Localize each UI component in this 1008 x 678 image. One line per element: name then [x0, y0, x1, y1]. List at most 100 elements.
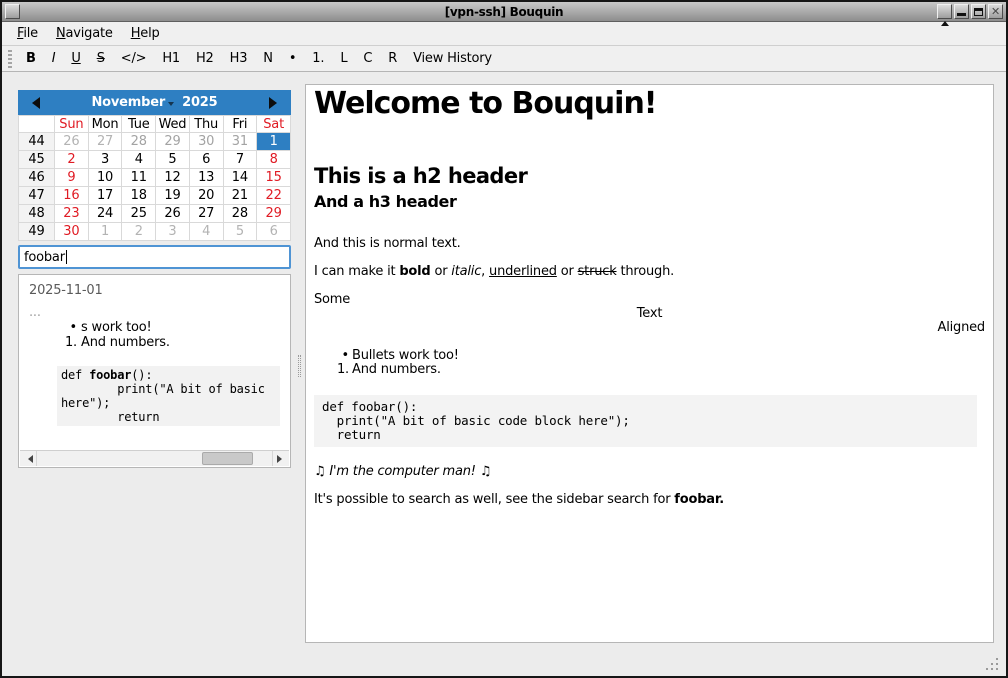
- calendar-day[interactable]: 14: [223, 169, 257, 187]
- search-results-panel[interactable]: 2025-11-01 ... • s work too! 1. And numb…: [18, 274, 291, 468]
- editor-panel[interactable]: Welcome to Bouquin! This is a h2 header …: [305, 84, 994, 643]
- calendar-day[interactable]: 26: [55, 133, 89, 151]
- menu-file[interactable]: File: [8, 23, 47, 44]
- calendar-day[interactable]: 2: [55, 151, 89, 169]
- calendar-day[interactable]: 15: [257, 169, 291, 187]
- calendar-day[interactable]: 28: [223, 205, 257, 223]
- calendar-day[interactable]: 30: [189, 133, 223, 151]
- day-header-fri: Fri: [223, 116, 257, 133]
- scroll-right-icon: [277, 455, 286, 463]
- align-right-line: Aligned: [314, 321, 985, 335]
- calendar-day[interactable]: 28: [122, 133, 156, 151]
- year-selector[interactable]: 2025: [182, 95, 217, 110]
- calendar-day[interactable]: 22: [257, 187, 291, 205]
- title-bar[interactable]: [vpn-ssh] Bouquin ✕: [2, 2, 1006, 22]
- result-numbered-item: 1. And numbers.: [29, 335, 280, 350]
- scroll-right-button[interactable]: [273, 451, 289, 466]
- scrollbar-track[interactable]: [36, 451, 273, 466]
- doc-code-block: def foobar(): print("A bit of basic code…: [314, 395, 977, 447]
- toolbar-h3[interactable]: H3: [222, 48, 256, 69]
- scroll-left-button[interactable]: [20, 451, 36, 466]
- calendar-day[interactable]: 8: [257, 151, 291, 169]
- toolbar-s[interactable]: S: [89, 48, 113, 69]
- calendar-day[interactable]: 10: [88, 169, 122, 187]
- format-toolbar: BIUS</>H1H2H3N•1.LCRView History: [2, 46, 1006, 72]
- calendar-day[interactable]: 9: [55, 169, 89, 187]
- calendar-day[interactable]: 13: [189, 169, 223, 187]
- calendar-day[interactable]: 16: [55, 187, 89, 205]
- toolbar-[interactable]: •: [281, 48, 304, 69]
- music-note-icon: ♫: [480, 464, 491, 479]
- doc-h2: This is a h2 header: [314, 165, 985, 188]
- calendar-day[interactable]: 25: [122, 205, 156, 223]
- week-col-header: [19, 116, 55, 133]
- menu-help[interactable]: Help: [122, 23, 169, 44]
- calendar-day[interactable]: 7: [223, 151, 257, 169]
- calendar-day[interactable]: 12: [156, 169, 190, 187]
- toolbar-i[interactable]: I: [44, 48, 64, 69]
- toolbar-h1[interactable]: H1: [154, 48, 188, 69]
- search-value: foobar: [24, 250, 65, 265]
- calendar-day[interactable]: 30: [55, 223, 89, 241]
- result-code-snippet: def foobar(): print("A bit of basic here…: [57, 366, 280, 426]
- calendar-day[interactable]: 3: [88, 151, 122, 169]
- toolbar-[interactable]: </>: [113, 48, 155, 69]
- calendar-day[interactable]: 4: [122, 151, 156, 169]
- calendar-day[interactable]: 27: [189, 205, 223, 223]
- next-month-icon[interactable]: [269, 97, 283, 109]
- calendar-day[interactable]: 24: [88, 205, 122, 223]
- scrollbar-thumb[interactable]: [202, 452, 254, 465]
- toolbar-b[interactable]: B: [18, 48, 44, 69]
- day-header-thu: Thu: [189, 116, 223, 133]
- calendar-day[interactable]: 29: [156, 133, 190, 151]
- calendar-day[interactable]: 6: [189, 151, 223, 169]
- menu-navigate[interactable]: Navigate: [47, 23, 122, 44]
- week-number: 49: [19, 223, 55, 241]
- prev-month-icon[interactable]: [26, 97, 40, 109]
- week-number: 45: [19, 151, 55, 169]
- calendar-day[interactable]: 23: [55, 205, 89, 223]
- resize-grip[interactable]: [984, 656, 998, 670]
- calendar-day[interactable]: 18: [122, 187, 156, 205]
- search-input[interactable]: foobar: [18, 245, 291, 269]
- toolbar-grip[interactable]: [8, 50, 12, 68]
- calendar-day-selected[interactable]: 1: [257, 133, 291, 151]
- doc-h3: And a h3 header: [314, 193, 985, 211]
- toolbar-u[interactable]: U: [63, 48, 88, 69]
- calendar-day[interactable]: 20: [189, 187, 223, 205]
- number-marker: 1.: [314, 363, 352, 377]
- toolbar-l[interactable]: L: [332, 48, 355, 69]
- calendar-day[interactable]: 5: [156, 151, 190, 169]
- doc-list: • Bullets work too! 1. And numbers.: [314, 349, 985, 377]
- music-note-icon: ♫: [314, 464, 325, 479]
- bullet-marker: •: [29, 320, 81, 335]
- calendar-day[interactable]: 2: [122, 223, 156, 241]
- calendar-day[interactable]: 26: [156, 205, 190, 223]
- result-date[interactable]: 2025-11-01: [29, 283, 280, 298]
- calendar-day[interactable]: 3: [156, 223, 190, 241]
- toolbar-c[interactable]: C: [355, 48, 380, 69]
- calendar-day[interactable]: 21: [223, 187, 257, 205]
- week-number: 46: [19, 169, 55, 187]
- calendar-day[interactable]: 6: [257, 223, 291, 241]
- day-header-tue: Tue: [122, 116, 156, 133]
- calendar-day[interactable]: 31: [223, 133, 257, 151]
- month-selector[interactable]: November: [92, 95, 175, 110]
- calendar-day[interactable]: 1: [88, 223, 122, 241]
- toolbar-view-history[interactable]: View History: [405, 48, 500, 69]
- horizontal-scrollbar[interactable]: [20, 450, 289, 466]
- calendar-day[interactable]: 11: [122, 169, 156, 187]
- calendar-day[interactable]: 19: [156, 187, 190, 205]
- calendar-day[interactable]: 4: [189, 223, 223, 241]
- toolbar-h2[interactable]: H2: [188, 48, 222, 69]
- week-number: 48: [19, 205, 55, 223]
- sidebar-splitter-handle[interactable]: [298, 355, 301, 377]
- toolbar-r[interactable]: R: [380, 48, 405, 69]
- toolbar-n[interactable]: N: [255, 48, 281, 69]
- calendar-day[interactable]: 17: [88, 187, 122, 205]
- toolbar-1[interactable]: 1.: [304, 48, 332, 69]
- calendar-day[interactable]: 5: [223, 223, 257, 241]
- calendar-day[interactable]: 27: [88, 133, 122, 151]
- number-marker: 1.: [29, 335, 81, 350]
- calendar-day[interactable]: 29: [257, 205, 291, 223]
